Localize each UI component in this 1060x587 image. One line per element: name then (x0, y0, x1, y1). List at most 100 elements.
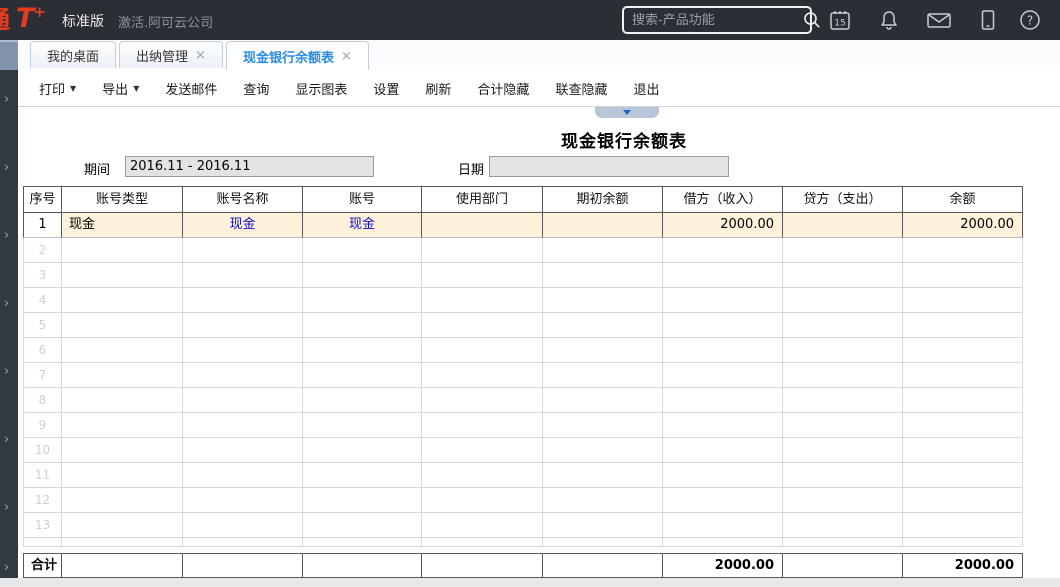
empty-cell (903, 288, 1023, 313)
sidebar-expand-chevron-icon[interactable]: › (4, 563, 9, 573)
empty-cell (783, 288, 903, 313)
empty-cell (543, 488, 663, 513)
empty-cell (783, 238, 903, 263)
empty-cell (303, 388, 422, 413)
mobile-icon[interactable] (978, 8, 998, 32)
brand-logo-partial: 通 (0, 6, 13, 34)
column-header-seq: 序号 (23, 186, 62, 213)
row-number: 11 (23, 463, 62, 488)
tab-cashier-management[interactable]: 出纳管理 × (119, 41, 223, 68)
export-button[interactable]: 导出▼ (89, 70, 152, 106)
table-row-empty: 11 (23, 463, 1023, 488)
empty-cell (422, 388, 543, 413)
sidebar-expand-chevron-icon[interactable]: › (4, 231, 9, 241)
empty-cell (183, 488, 303, 513)
top-bar: 通 T+ 标准版 激活.阿可云公司 15 ? (0, 0, 1060, 40)
query-button[interactable]: 查询 (230, 70, 282, 106)
cell-account-no[interactable]: 现金 (303, 213, 422, 238)
empty-cell (903, 463, 1023, 488)
balance-table: 序号账号类型账号名称账号使用部门期初余额借方（收入）贷方（支出）余额1现金现金现… (23, 186, 1023, 547)
sidebar-expand-chevron-icon[interactable]: › (4, 435, 9, 445)
activation-label: 激活.阿可云公司 (118, 12, 213, 31)
calendar-icon[interactable]: 15 (828, 8, 852, 32)
send-mail-button[interactable]: 发送邮件 (152, 70, 230, 106)
empty-cell (783, 263, 903, 288)
empty-cell (543, 413, 663, 438)
empty-cell (422, 313, 543, 338)
empty-cell (663, 263, 783, 288)
search-icon[interactable] (802, 10, 822, 30)
cell-department (422, 213, 543, 238)
date-value-field[interactable] (489, 156, 729, 177)
empty-cell (62, 388, 183, 413)
empty-cell (663, 538, 783, 547)
empty-cell (23, 538, 62, 547)
empty-cell (183, 313, 303, 338)
sidebar-expand-chevron-icon[interactable]: › (4, 299, 9, 309)
table-row: 1现金现金现金2000.002000.00 (23, 213, 1023, 238)
product-search-box[interactable] (622, 6, 812, 34)
empty-cell (543, 388, 663, 413)
sidebar-expand-chevron-icon[interactable]: › (4, 367, 9, 377)
empty-cell (422, 288, 543, 313)
empty-cell (303, 413, 422, 438)
empty-cell (903, 388, 1023, 413)
empty-cell (183, 363, 303, 388)
tab-label: 出纳管理 (136, 46, 188, 65)
row-number: 5 (23, 313, 62, 338)
empty-cell (903, 438, 1023, 463)
empty-cell (783, 513, 903, 538)
empty-cell (543, 363, 663, 388)
button-label: 显示图表 (295, 79, 347, 98)
empty-cell (783, 463, 903, 488)
empty-cell (422, 338, 543, 363)
empty-cell (663, 488, 783, 513)
toolbar-collapse-handle[interactable] (595, 107, 659, 118)
show-chart-button[interactable]: 显示图表 (282, 70, 360, 106)
empty-cell (663, 388, 783, 413)
column-header-opening-balance: 期初余额 (543, 186, 663, 213)
empty-cell (303, 488, 422, 513)
cell-balance: 2000.00 (903, 213, 1023, 238)
tab-bar: 我的桌面出纳管理×现金银行余额表× (18, 40, 1060, 70)
column-header-account-name: 账号名称 (183, 186, 303, 213)
empty-cell (663, 288, 783, 313)
empty-cell (543, 313, 663, 338)
help-icon[interactable]: ? (1018, 8, 1042, 32)
close-icon[interactable]: × (195, 48, 206, 63)
sidebar-expand-chevron-icon[interactable]: › (4, 95, 9, 105)
period-value-field[interactable]: 2016.11 - 2016.11 (125, 156, 374, 177)
sidebar-expand-chevron-icon[interactable]: › (4, 503, 9, 513)
mail-icon[interactable] (926, 8, 952, 32)
empty-cell (422, 363, 543, 388)
sidebar-expand-chevron-icon[interactable]: › (4, 163, 9, 173)
empty-cell (903, 338, 1023, 363)
empty-cell (903, 313, 1023, 338)
empty-cell (663, 313, 783, 338)
empty-cell (183, 338, 303, 363)
total-balance: 2000.00 (903, 553, 1023, 578)
row-number: 4 (23, 288, 62, 313)
button-label: 设置 (373, 79, 399, 98)
linkquery-hide-button[interactable]: 联查隐藏 (542, 70, 620, 106)
empty-cell (543, 263, 663, 288)
row-number: 9 (23, 413, 62, 438)
search-input[interactable] (624, 13, 802, 28)
total-hide-button[interactable]: 合计隐藏 (464, 70, 542, 106)
close-icon[interactable]: × (341, 49, 352, 64)
caret-down-icon: ▼ (70, 84, 76, 93)
bell-icon[interactable] (877, 8, 901, 32)
empty-cell (903, 238, 1023, 263)
empty-cell (62, 338, 183, 363)
tab-cash-bank-balance-report[interactable]: 现金银行余额表× (226, 41, 369, 70)
exit-button[interactable]: 退出 (620, 70, 672, 106)
column-header-account-type: 账号类型 (62, 186, 183, 213)
empty-cell (303, 313, 422, 338)
cell-account-name[interactable]: 现金 (183, 213, 303, 238)
empty-cell (543, 238, 663, 263)
total-label: 合计 (23, 553, 62, 578)
refresh-button[interactable]: 刷新 (412, 70, 464, 106)
print-button[interactable]: 打印▼ (26, 70, 89, 106)
tab-my-desktop[interactable]: 我的桌面 (30, 41, 116, 68)
settings-button[interactable]: 设置 (360, 70, 412, 106)
